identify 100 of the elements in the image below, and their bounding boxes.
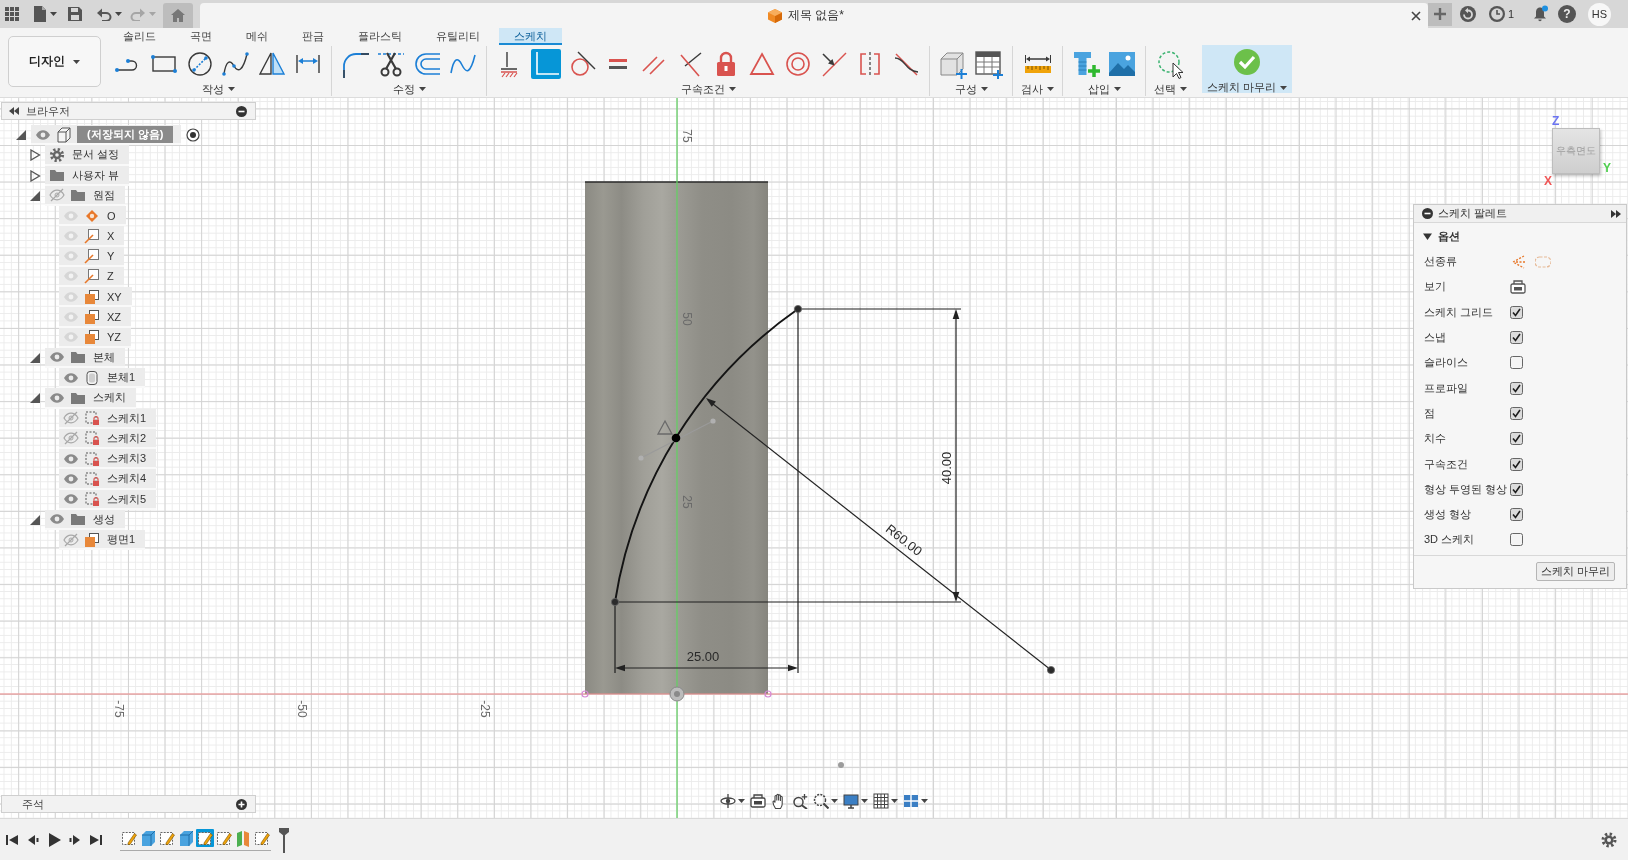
browser-item[interactable]: 스케치1 (59, 408, 157, 429)
caret-icon[interactable] (831, 799, 838, 803)
browser-item[interactable]: 본체1 (59, 368, 146, 389)
expanded-triangle-icon[interactable] (29, 513, 41, 526)
browser-item[interactable]: 평면1 (59, 530, 146, 551)
tool-group-menu[interactable]: 검사 (1021, 82, 1054, 96)
browser-item[interactable]: 스케치 (45, 388, 136, 409)
skip-to-start-icon[interactable] (5, 832, 19, 847)
radio-icon[interactable] (186, 128, 201, 143)
browser-item[interactable]: 본체 (45, 347, 125, 368)
browser-item[interactable]: O (59, 206, 126, 227)
circle-icon[interactable] (185, 49, 215, 79)
toolbar-tab[interactable]: 유틸리티 (421, 28, 495, 45)
step-back-icon[interactable] (26, 832, 40, 847)
orbit-icon[interactable] (720, 793, 736, 809)
tool-group-menu[interactable]: 삽입 (1087, 82, 1121, 96)
checkbox[interactable] (1510, 533, 1524, 547)
caret-icon[interactable] (861, 799, 868, 803)
close-icon[interactable] (1410, 10, 1421, 21)
extrude-feature-icon[interactable] (177, 828, 195, 847)
image-icon[interactable] (1107, 49, 1137, 79)
browser-item[interactable]: 스케치5 (59, 489, 157, 510)
viewports-icon[interactable] (903, 793, 919, 809)
checkbox[interactable] (1510, 508, 1524, 522)
extrude-feature-icon[interactable] (139, 828, 157, 847)
browser-item[interactable]: X (59, 226, 125, 247)
checkbox[interactable] (1510, 482, 1524, 496)
toolbar-tab[interactable]: 메쉬 (231, 28, 283, 45)
browser-item[interactable]: 스케치3 (59, 449, 157, 470)
document-tab[interactable]: 제목 없음* (200, 3, 1428, 28)
spline-icon[interactable] (221, 49, 251, 79)
caret-icon[interactable] (50, 12, 57, 16)
bell-icon[interactable] (1531, 5, 1549, 23)
double-right-arrow-icon[interactable] (1611, 209, 1621, 218)
corner-lines-icon[interactable] (531, 49, 561, 79)
user-avatar[interactable]: HS (1588, 2, 1611, 26)
tool-group-menu[interactable]: 선택 (1154, 82, 1187, 96)
settings-icon[interactable] (1601, 831, 1617, 848)
toolbar-tab[interactable]: 판금 (287, 28, 339, 45)
caret-icon[interactable] (115, 12, 122, 16)
workspace-menu[interactable]: 디자인 (8, 36, 101, 87)
zoom-icon[interactable] (792, 793, 808, 809)
browser-item[interactable]: 스케치2 (59, 428, 157, 449)
look-at-icon[interactable] (750, 793, 766, 809)
zoom-window-icon[interactable] (813, 793, 829, 809)
play-icon[interactable] (47, 832, 61, 847)
skip-to-end-icon[interactable] (89, 832, 103, 847)
save-icon[interactable] (67, 6, 83, 22)
plane-box-icon[interactable] (938, 49, 968, 79)
toolbar-tab[interactable]: 플라스틱 (343, 28, 417, 45)
tool-group-menu[interactable]: 구성 (954, 82, 988, 96)
apps-grid-icon[interactable] (5, 7, 19, 21)
minus-circle-icon[interactable] (1422, 208, 1433, 219)
look-at-icon[interactable] (1510, 278, 1527, 295)
checkbox[interactable] (1510, 331, 1524, 345)
expanded-triangle-icon[interactable] (29, 351, 41, 364)
file-icon[interactable] (33, 6, 47, 22)
grid-icon[interactable] (873, 793, 889, 809)
checkbox[interactable] (1510, 381, 1524, 395)
checkbox[interactable] (1510, 432, 1524, 446)
lasso-select-icon[interactable] (1155, 49, 1186, 79)
tool-group-menu[interactable]: 구속조건 (680, 82, 736, 96)
timeline-marker-icon[interactable] (278, 826, 290, 853)
browser-item[interactable]: YZ (59, 327, 132, 348)
browser-item[interactable]: XZ (59, 307, 132, 328)
expanded-triangle-icon[interactable] (15, 129, 27, 142)
browser-item[interactable]: XY (59, 287, 132, 308)
checkbox[interactable] (1510, 406, 1524, 420)
monitor-icon[interactable] (843, 793, 859, 809)
browser-item[interactable]: 사용자 뷰 (45, 165, 130, 186)
tool-group-menu[interactable]: 작성 (201, 82, 235, 96)
browser-item[interactable]: 스케치4 (59, 469, 157, 490)
toolbar-tab[interactable]: 스케치 (499, 28, 562, 45)
help-button[interactable]: ? (1558, 5, 1576, 23)
tool-group-menu[interactable]: 수정 (392, 82, 426, 96)
caret-icon[interactable] (891, 799, 898, 803)
browser-item[interactable]: 원점 (45, 185, 125, 206)
caret-icon[interactable] (921, 799, 928, 803)
browser-item[interactable]: 생성 (45, 509, 125, 530)
step-forward-icon[interactable] (68, 832, 82, 847)
collapsed-triangle-icon[interactable] (29, 169, 41, 182)
checkbox[interactable] (1510, 305, 1524, 319)
checkbox[interactable] (1510, 356, 1524, 370)
expanded-triangle-icon[interactable] (29, 392, 41, 405)
browser-item[interactable]: Z (59, 266, 124, 287)
bolt-plus-icon[interactable] (1071, 49, 1101, 79)
new-tab-button[interactable] (1427, 2, 1452, 26)
plus-circle-icon[interactable] (236, 798, 247, 810)
browser-item[interactable]: Y (59, 246, 125, 267)
checkbox[interactable] (1510, 457, 1524, 471)
undo-icon[interactable] (96, 7, 112, 21)
toolbar-tab[interactable]: 솔리드 (108, 28, 171, 45)
down-triangle-icon[interactable] (1423, 231, 1432, 241)
table-icon[interactable] (974, 49, 1004, 79)
collapsed-triangle-icon[interactable] (29, 149, 41, 162)
double-left-arrow-icon[interactable] (9, 107, 19, 115)
minus-circle-icon[interactable] (236, 105, 247, 117)
caret-icon[interactable] (738, 799, 745, 803)
clock-icon[interactable] (1487, 5, 1506, 23)
concentric-icon[interactable] (783, 49, 813, 79)
